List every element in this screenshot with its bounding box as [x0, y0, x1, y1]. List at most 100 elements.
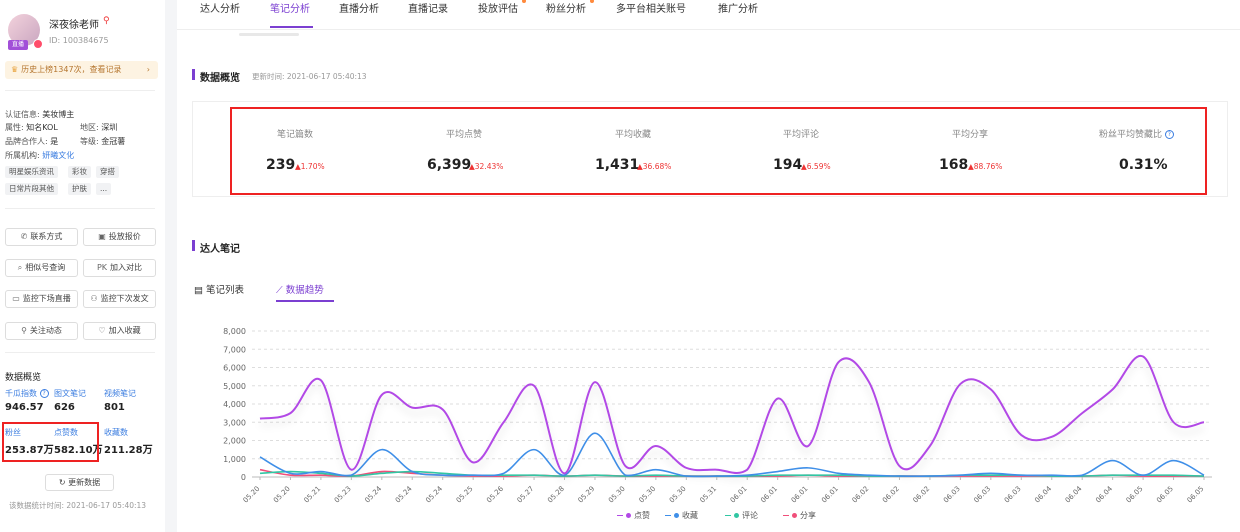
- tab-multi-platform[interactable]: 多平台相关账号: [616, 0, 686, 15]
- main-panel: 达人分析 笔记分析 直播分析 直播记录 投放评估 粉丝分析 多平台相关账号 推广…: [177, 0, 1240, 532]
- tab-fans-analysis[interactable]: 粉丝分析: [546, 0, 586, 15]
- live-badge: 直播: [8, 40, 28, 50]
- history-text: 历史上榜1347次，查看记录: [21, 65, 122, 74]
- ad-quote-button[interactable]: ▣ 投放报价: [83, 228, 156, 246]
- y-tick-label: 6,000: [223, 364, 246, 373]
- quote-icon: ▣: [98, 232, 106, 241]
- y-tick-label: 0: [241, 473, 246, 482]
- x-tick-label: 05.28: [546, 485, 566, 504]
- overview-updated-time: 更新时间: 2021-06-17 05:40:13: [252, 72, 367, 81]
- follow-updates-button[interactable]: ⚲ 关注动态: [5, 322, 78, 340]
- side-stats-title: 数据概览: [5, 373, 42, 383]
- tag[interactable]: 日常片段其他: [5, 183, 58, 195]
- search-icon: ⌕: [17, 263, 23, 272]
- x-tick-label: 06.02: [851, 485, 871, 504]
- y-tick-label: 1,000: [223, 455, 246, 464]
- x-tick-label: 05.31: [698, 485, 718, 504]
- x-tick-label: 05.20: [272, 485, 292, 504]
- x-tick-label: 05.30: [607, 485, 627, 504]
- subtab-active-indicator: [276, 300, 334, 302]
- series-line-点赞[interactable]: [259, 355, 1205, 475]
- cert-info: 认证信息: 美妆博主: [5, 110, 75, 119]
- help-icon[interactable]: ?: [39, 389, 49, 398]
- tag[interactable]: 穿搭: [96, 166, 119, 178]
- image-notes-value: 626: [54, 402, 75, 413]
- org-link[interactable]: 妍曦文化: [42, 151, 74, 160]
- section-marker: [192, 240, 195, 251]
- tab-ad-evaluation[interactable]: 投放评估: [478, 0, 518, 15]
- org-info: 所属机构: 妍曦文化: [5, 151, 75, 160]
- tab-live-records[interactable]: 直播记录: [408, 0, 448, 15]
- divider: [5, 208, 155, 209]
- heart-icon: ♡: [98, 326, 106, 335]
- x-tick-label: 06.01: [729, 485, 749, 504]
- x-tick-label: 06.02: [881, 485, 901, 504]
- notes-title: 达人笔记: [200, 244, 240, 255]
- tag[interactable]: 护肤: [68, 183, 91, 195]
- x-tick-label: 05.20: [242, 485, 262, 504]
- qiangua-index-value: 946.57: [5, 402, 44, 413]
- pk-icon: PK: [96, 263, 108, 272]
- x-tick-label: 06.05: [1155, 485, 1175, 504]
- subtab-note-list[interactable]: ▤ 笔记列表: [194, 282, 244, 296]
- notification-dot: [522, 0, 526, 3]
- x-tick-label: 05.25: [455, 485, 475, 504]
- attr-info: 属性: 知名KOL: [5, 123, 58, 132]
- contact-button[interactable]: ✆ 联系方式: [5, 228, 78, 246]
- highlight-box: [230, 107, 1207, 195]
- tag[interactable]: 明星娱乐资讯: [5, 166, 58, 178]
- x-tick-label: 06.01: [759, 485, 779, 504]
- x-tick-label: 06.05: [1186, 485, 1206, 504]
- tag-more[interactable]: ...: [96, 183, 112, 195]
- image-notes-label: 图文笔记: [54, 389, 86, 398]
- x-tick-label: 06.04: [1064, 484, 1084, 504]
- legend-item[interactable]: 评论: [725, 510, 758, 521]
- x-tick-label: 05.23: [333, 485, 353, 504]
- monitor-post-button[interactable]: ⚇ 监控下次发文: [83, 290, 156, 308]
- legend-item[interactable]: 收藏: [665, 510, 698, 521]
- legend-item[interactable]: 分享: [783, 510, 816, 521]
- tab-influencer-analysis[interactable]: 达人分析: [200, 0, 240, 15]
- favorites-label: 收藏数: [104, 428, 128, 437]
- y-tick-label: 8,000: [223, 327, 246, 336]
- video-notes-value: 801: [104, 402, 125, 413]
- history-ranking-link[interactable]: ♛ 历史上榜1347次，查看记录 ›: [5, 61, 158, 79]
- level-info: 等级: 金冠薯: [80, 137, 126, 146]
- y-tick-label: 4,000: [223, 400, 246, 409]
- x-tick-label: 06.01: [820, 485, 840, 504]
- tag[interactable]: 彩妆: [68, 166, 91, 178]
- monitor-icon: ⚇: [90, 294, 98, 303]
- similar-search-button[interactable]: ⌕ 相似号查询: [5, 259, 78, 277]
- x-tick-label: 05.26: [485, 484, 505, 504]
- user-name: 深夜徐老师: [49, 20, 99, 31]
- x-tick-label: 05.27: [516, 485, 536, 504]
- x-tick-label: 05.24: [394, 484, 414, 504]
- trend-icon: ⟋: [276, 285, 283, 296]
- monitor-live-button[interactable]: ▭ 监控下场直播: [5, 290, 78, 308]
- series-line-收藏[interactable]: [259, 432, 1205, 478]
- subtab-data-trend[interactable]: ⟋ 数据趋势: [276, 282, 324, 296]
- notification-dot: [590, 0, 594, 3]
- x-tick-label: 05.30: [637, 485, 657, 504]
- add-favorite-button[interactable]: ♡ 加入收藏: [83, 322, 156, 340]
- list-icon: ▤: [194, 285, 203, 296]
- brand-partner-info: 品牌合作人: 是: [5, 137, 59, 146]
- y-tick-label: 3,000: [223, 418, 246, 427]
- pin-icon[interactable]: ⚲: [103, 16, 110, 26]
- y-tick-label: 7,000: [223, 345, 246, 354]
- tab-active-indicator: [270, 26, 313, 28]
- highlight-box: [2, 422, 99, 462]
- trend-chart: 0 1,000 2,000 3,000 4,000 5,000 6,000 7,000 8,00…: [223, 327, 1212, 504]
- divider: [5, 352, 155, 353]
- x-tick-label: 06.05: [1125, 485, 1145, 504]
- video-icon: ▭: [12, 294, 20, 303]
- refresh-data-button[interactable]: ↻ 更新数据: [45, 474, 114, 491]
- legend-item[interactable]: 点赞: [617, 510, 650, 521]
- tab-promotion-analysis[interactable]: 推广分析: [718, 0, 758, 15]
- y-tick-label: 5,000: [223, 382, 246, 391]
- x-tick-label: 06.03: [1003, 485, 1023, 504]
- tab-live-analysis[interactable]: 直播分析: [339, 0, 379, 15]
- tab-note-analysis[interactable]: 笔记分析: [270, 0, 310, 15]
- add-compare-button[interactable]: PK 加入对比: [83, 259, 156, 277]
- qiangua-index-label: 千瓜指数 ?: [5, 388, 49, 399]
